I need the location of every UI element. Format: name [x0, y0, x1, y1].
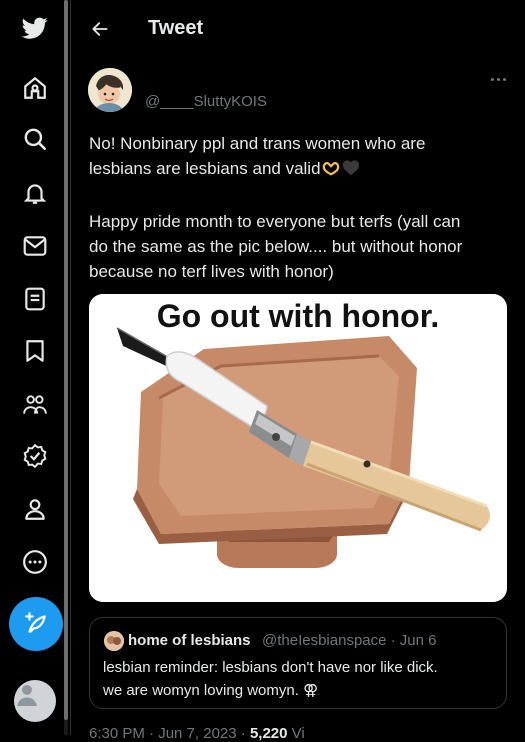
sidebar-item-more[interactable] — [13, 540, 57, 584]
default-avatar-icon — [17, 684, 37, 706]
sidebar-item-bookmarks[interactable] — [13, 329, 57, 373]
page-title: Tweet — [148, 17, 204, 39]
more-dot-icon — [502, 77, 506, 81]
more-dot-icon — [496, 77, 500, 81]
quoted-author-handle: @theIesbianspace · Jun 6 — [262, 632, 437, 649]
scrollbar-thumb[interactable] — [64, 0, 68, 720]
tweet-timestamp-views: 6:30 PM · Jun 7, 2023 · 5,220 Vi — [89, 725, 305, 742]
page-header: Tweet — [71, 0, 525, 56]
feather-plus-icon — [25, 612, 46, 633]
quoted-tweet-card[interactable]: home of lesbians @theIesbianspace · Jun … — [89, 617, 507, 709]
cartoon-avatar-icon — [88, 68, 132, 112]
tweet-text-para2: Happy pride month to everyone but terfs … — [89, 212, 463, 281]
sidebar-item-explore[interactable] — [13, 117, 57, 161]
column-divider — [70, 0, 71, 735]
media-caption: Go out with honor. — [156, 298, 440, 334]
quoted-tweet-text: lesbian reminder: lesbians don't have no… — [103, 659, 438, 699]
bookmarks-icon — [26, 340, 44, 362]
sidebar-item-messages[interactable] — [13, 224, 57, 268]
more-circle-icon — [23, 550, 47, 574]
search-icon — [24, 128, 47, 151]
tweet-text-line1: No! Nonbinary ppl and trans women who ar… — [89, 134, 426, 153]
communities-icon — [23, 395, 47, 414]
tweet-media-image[interactable]: Go out with honor. — [89, 294, 507, 602]
more-dot-icon — [490, 77, 494, 81]
sidebar-nav — [0, 0, 70, 735]
quoted-author-name: home of lesbians — [128, 632, 251, 649]
sidebar-item-profile[interactable] — [13, 487, 57, 531]
sidebar-item-verified[interactable] — [13, 434, 57, 478]
twitter-logo-icon[interactable] — [13, 6, 57, 50]
sidebar-item-communities[interactable] — [13, 383, 57, 427]
quoted-avatar-icon — [104, 631, 124, 651]
arrow-left-icon — [92, 22, 108, 36]
tweet-text-line2: lesbians are lesbians and valid — [89, 159, 321, 178]
tweet-timestamp[interactable]: 6:30 PM · Jun 7, 2023 · — [89, 725, 246, 742]
views-count: 5,220 — [249, 725, 288, 742]
lists-icon — [25, 287, 45, 311]
heart-hands-icon — [321, 159, 341, 184]
tweet-text: No! Nonbinary ppl and trans women who ar… — [89, 131, 509, 284]
sidebar-item-home[interactable] — [13, 66, 57, 110]
home-icon — [24, 76, 46, 99]
verified-icon — [23, 443, 47, 469]
black-heart-icon — [341, 159, 361, 184]
quoted-author-avatar — [104, 631, 124, 651]
compose-tweet-button[interactable] — [9, 597, 63, 651]
tweet-more-button[interactable] — [486, 70, 510, 88]
back-button[interactable] — [85, 14, 115, 44]
author-avatar[interactable] — [88, 68, 132, 112]
author-handle[interactable]: @____SluttyKOIS — [145, 93, 267, 110]
twitter-bird-icon — [22, 17, 48, 39]
sidebar-item-notifications[interactable] — [13, 171, 57, 215]
profile-icon — [25, 499, 45, 520]
messages-icon — [23, 236, 47, 256]
sidebar-item-lists[interactable] — [13, 277, 57, 321]
views-label: Vi — [291, 725, 305, 742]
account-avatar[interactable] — [14, 680, 56, 722]
sidebar-scrollbar[interactable] — [64, 0, 68, 735]
honor-knife-image — [89, 294, 507, 602]
notifications-icon — [23, 184, 47, 204]
